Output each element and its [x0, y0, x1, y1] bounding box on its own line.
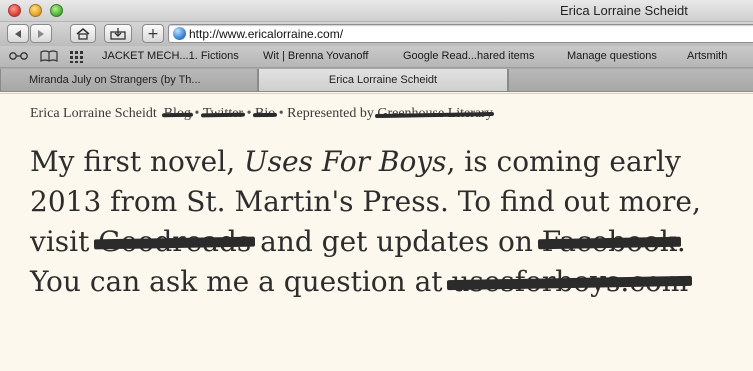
globe-icon [173, 27, 186, 40]
tab-label: Miranda July on Strangers (by Th... [29, 74, 201, 86]
bookmark-item[interactable]: JACKET MECH...1. Fictions [102, 50, 239, 62]
new-tab-button[interactable]: + [142, 24, 164, 43]
grid-view-icon[interactable] [70, 51, 84, 63]
agency-link[interactable]: Greenhouse Literary [377, 106, 492, 122]
zoom-window-button[interactable] [50, 4, 63, 17]
nav-separator: • [278, 106, 284, 121]
close-window-button[interactable] [8, 4, 21, 17]
nav-separator: • [246, 106, 252, 121]
site-nav: Erica Lorraine Scheidt Blog • Twitter • … [30, 106, 493, 122]
bookmark-item[interactable]: Artsmith [687, 50, 727, 62]
reading-glasses-icon[interactable] [9, 51, 29, 61]
book-title: Uses For Boys [244, 145, 447, 178]
site-name: Erica Lorraine Scheidt [30, 106, 157, 121]
window-title: Erica Lorraine Scheidt [560, 3, 688, 18]
bookmark-item[interactable]: Wit | Brenna Yovanoff [263, 50, 368, 62]
forward-button[interactable] [30, 24, 52, 43]
bio-link[interactable]: Bio [255, 106, 275, 122]
headline-part: and get updates on [251, 225, 542, 258]
represented-by-text: Represented by [287, 106, 374, 121]
tab-strip-empty [508, 69, 753, 91]
headline-part: My first novel, [30, 145, 245, 178]
url-text[interactable]: http://www.ericalorraine.com/ [189, 27, 343, 41]
blog-link[interactable]: Blog [164, 106, 191, 122]
forward-arrow-icon [38, 29, 44, 38]
announcement-text: My first novel, Uses For Boys, is coming… [30, 142, 730, 302]
site-link[interactable]: usesforboys.com [451, 262, 688, 302]
tab-miranda-july[interactable]: Miranda July on Strangers (by Th... [0, 69, 258, 91]
tab-label: Erica Lorraine Scheidt [328, 74, 438, 86]
back-button[interactable] [7, 24, 29, 43]
url-field[interactable]: http://www.ericalorraine.com/ [168, 24, 753, 43]
minimize-window-button[interactable] [29, 4, 42, 17]
title-bar: Erica Lorraine Scheidt [0, 0, 753, 22]
bookmarks-bar: JACKET MECH...1. Fictions Wit | Brenna Y… [0, 46, 753, 68]
tab-erica-lorraine[interactable]: Erica Lorraine Scheidt [258, 69, 508, 91]
back-arrow-icon [15, 29, 21, 38]
home-button[interactable] [70, 24, 96, 43]
toolbar: + http://www.ericalorraine.com/ [0, 22, 753, 46]
bookmark-item[interactable]: Manage questions [567, 50, 657, 62]
web-page: Erica Lorraine Scheidt Blog • Twitter • … [0, 93, 753, 371]
goodreads-link[interactable]: Goodreads [98, 222, 251, 262]
twitter-link[interactable]: Twitter [203, 106, 243, 122]
add-bookmark-button[interactable] [104, 24, 132, 43]
home-icon [76, 27, 90, 40]
tab-bar: Miranda July on Strangers (by Th... Eric… [0, 68, 753, 92]
open-book-icon[interactable] [40, 50, 58, 62]
facebook-link[interactable]: Facebook [542, 222, 677, 262]
add-bookmark-icon [110, 27, 126, 40]
nav-separator: • [194, 106, 200, 121]
bookmark-item[interactable]: Google Read...hared items [403, 50, 534, 62]
